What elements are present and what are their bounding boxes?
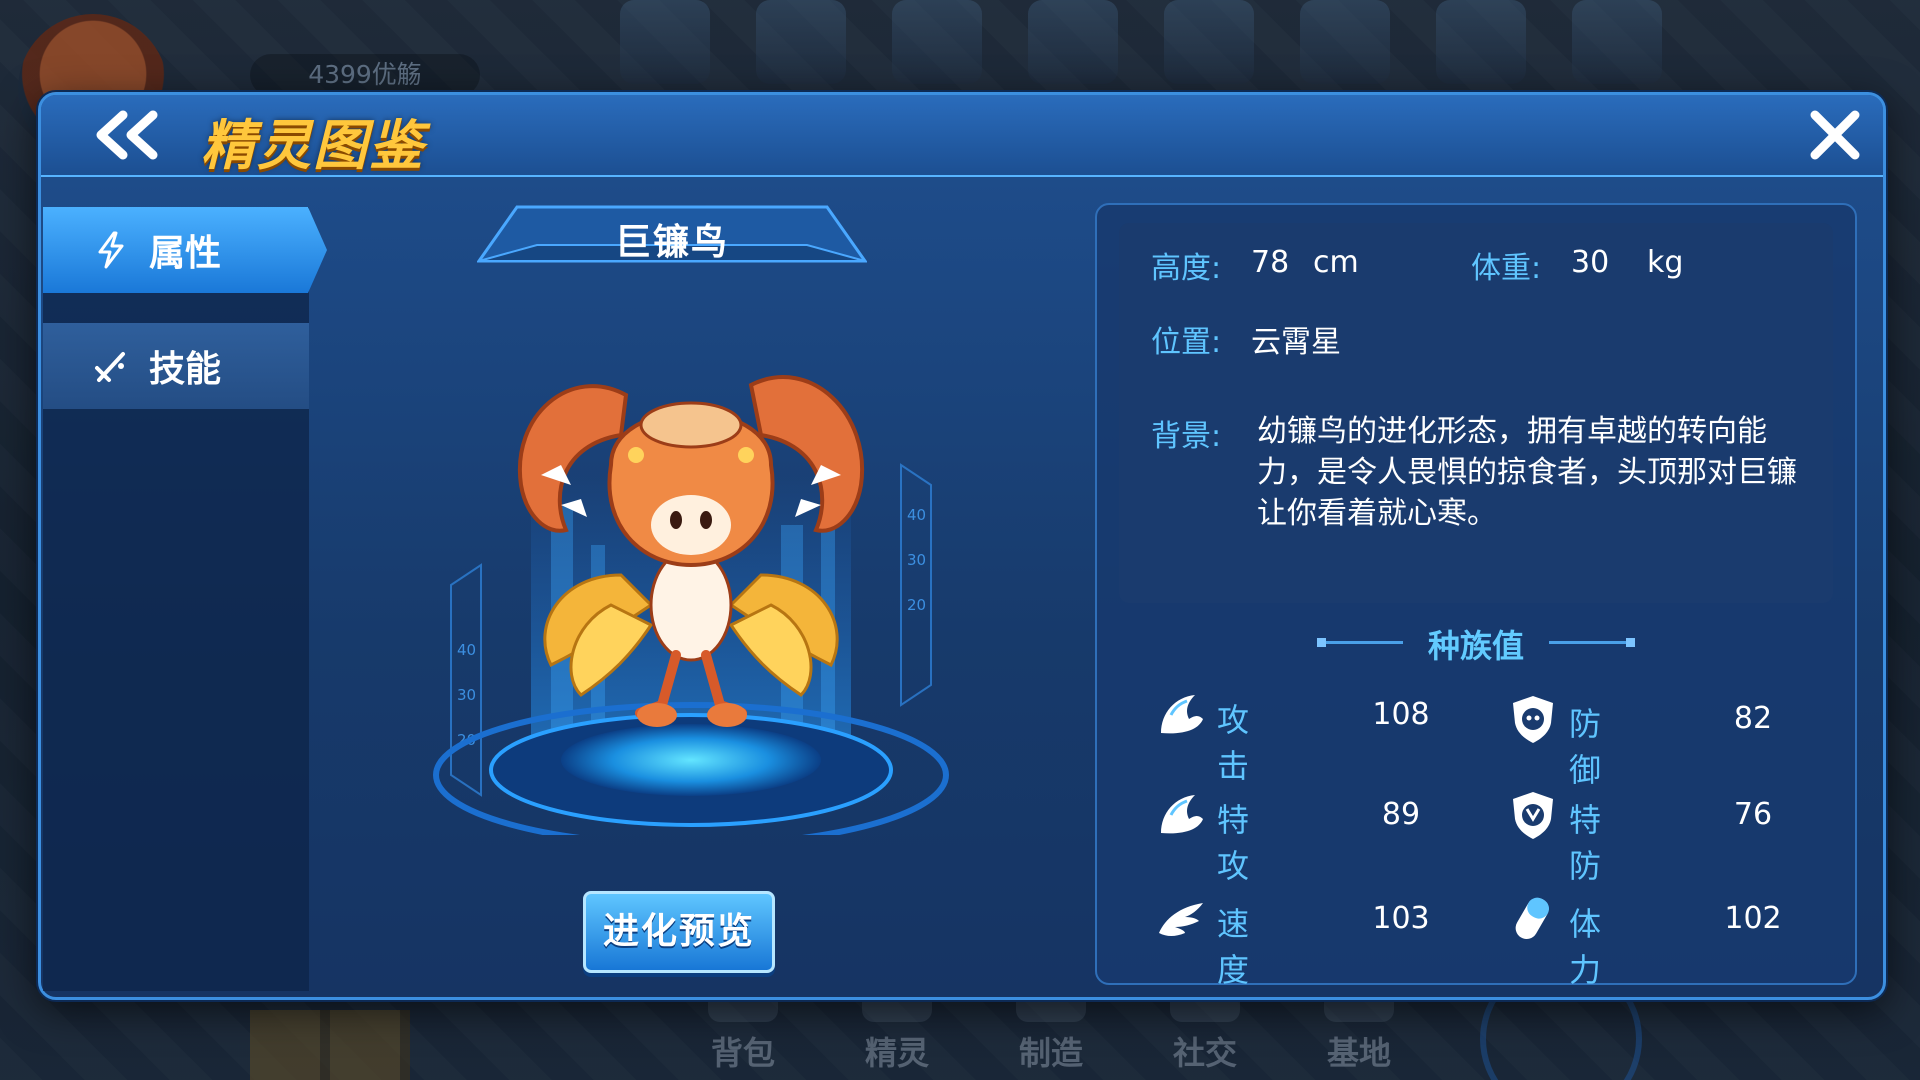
base-stats-header: 种族值	[1097, 621, 1855, 665]
svg-text:40: 40	[457, 641, 476, 659]
height-value: 78	[1251, 245, 1290, 280]
close-icon	[1810, 110, 1860, 160]
claw-icon	[1161, 695, 1203, 734]
svg-text:40: 40	[907, 506, 926, 524]
stat-stamina-value: 102	[1724, 901, 1782, 936]
base-stats-title: 种族值	[1427, 627, 1524, 665]
svg-text:30: 30	[907, 551, 926, 569]
wing-icon	[1159, 903, 1203, 936]
tab-panel: 属性 技能	[43, 207, 327, 991]
spirit-codex-dialog: 精灵图鉴 属性 技能 巨镰鸟 40 30 20 40 30 20 进化预览 高度…	[38, 92, 1886, 1000]
back-button[interactable]	[87, 109, 167, 161]
tab-attributes-label: 属性	[149, 233, 222, 274]
creature-name: 巨镰鸟	[614, 222, 729, 263]
stat-defense-label: 防御	[1569, 705, 1602, 789]
location-label: 位置:	[1151, 325, 1222, 360]
stat-defense-value: 82	[1733, 701, 1773, 736]
weight-label: 体重:	[1471, 251, 1542, 286]
dialog-title: 精灵图鉴	[201, 114, 425, 177]
weight-value: 30	[1571, 245, 1610, 280]
stat-attack-value: 108	[1372, 697, 1430, 732]
double-chevron-left-icon	[96, 110, 158, 160]
stat-speed-label: 速度	[1217, 905, 1250, 989]
creature-illustration: 403020 403020	[433, 375, 949, 848]
svg-text:20: 20	[907, 596, 926, 614]
stat-speed-value: 103	[1372, 901, 1430, 936]
creature-display-stage: 40 30 20 40 30 20	[421, 275, 961, 848]
divider-right	[1549, 638, 1635, 647]
height-label: 高度:	[1151, 251, 1222, 286]
background-description: 幼镰鸟的进化形态，拥有卓越的转向能力，是令人畏惧的掠食者，头顶那对巨镰让你看着就…	[1257, 414, 1797, 531]
capsule-icon	[1515, 897, 1550, 940]
info-panel: 高度: 78 cm 体重: 30 kg 位置: 云霄星 背景: 幼镰鸟的进化形态…	[1095, 203, 1857, 989]
evolution-preview-button[interactable]: 进化预览	[583, 891, 775, 973]
dialog-header: 精灵图鉴	[41, 95, 1883, 177]
svg-text:30: 30	[457, 686, 476, 704]
weight-unit: kg	[1647, 245, 1684, 280]
stat-attack-label: 攻击	[1217, 701, 1250, 785]
sword-icon	[95, 352, 125, 382]
claw-icon	[1161, 795, 1203, 834]
profile-card: 高度: 78 cm 体重: 30 kg 位置: 云霄星 背景: 幼镰鸟的进化形态…	[1119, 223, 1833, 603]
tab-attributes[interactable]: 属性	[43, 207, 327, 293]
tab-skills[interactable]: 技能	[43, 323, 309, 409]
location-value: 云霄星	[1251, 325, 1341, 360]
height-unit: cm	[1313, 245, 1359, 280]
stat-special-attack-label: 特攻	[1217, 801, 1250, 885]
tab-skills-label: 技能	[149, 349, 222, 390]
creature-name-plate: 巨镰鸟	[477, 205, 867, 263]
stat-special-attack-value: 89	[1381, 797, 1421, 832]
background-label: 背景:	[1151, 419, 1222, 454]
stat-special-defense-label: 特防	[1569, 801, 1602, 885]
shield-icon	[1513, 696, 1553, 743]
stat-stamina-label: 体力	[1569, 905, 1602, 989]
stat-special-defense-value: 76	[1733, 797, 1773, 832]
shield-icon	[1513, 792, 1553, 839]
close-button[interactable]	[1807, 107, 1863, 163]
lightning-icon	[98, 231, 124, 269]
